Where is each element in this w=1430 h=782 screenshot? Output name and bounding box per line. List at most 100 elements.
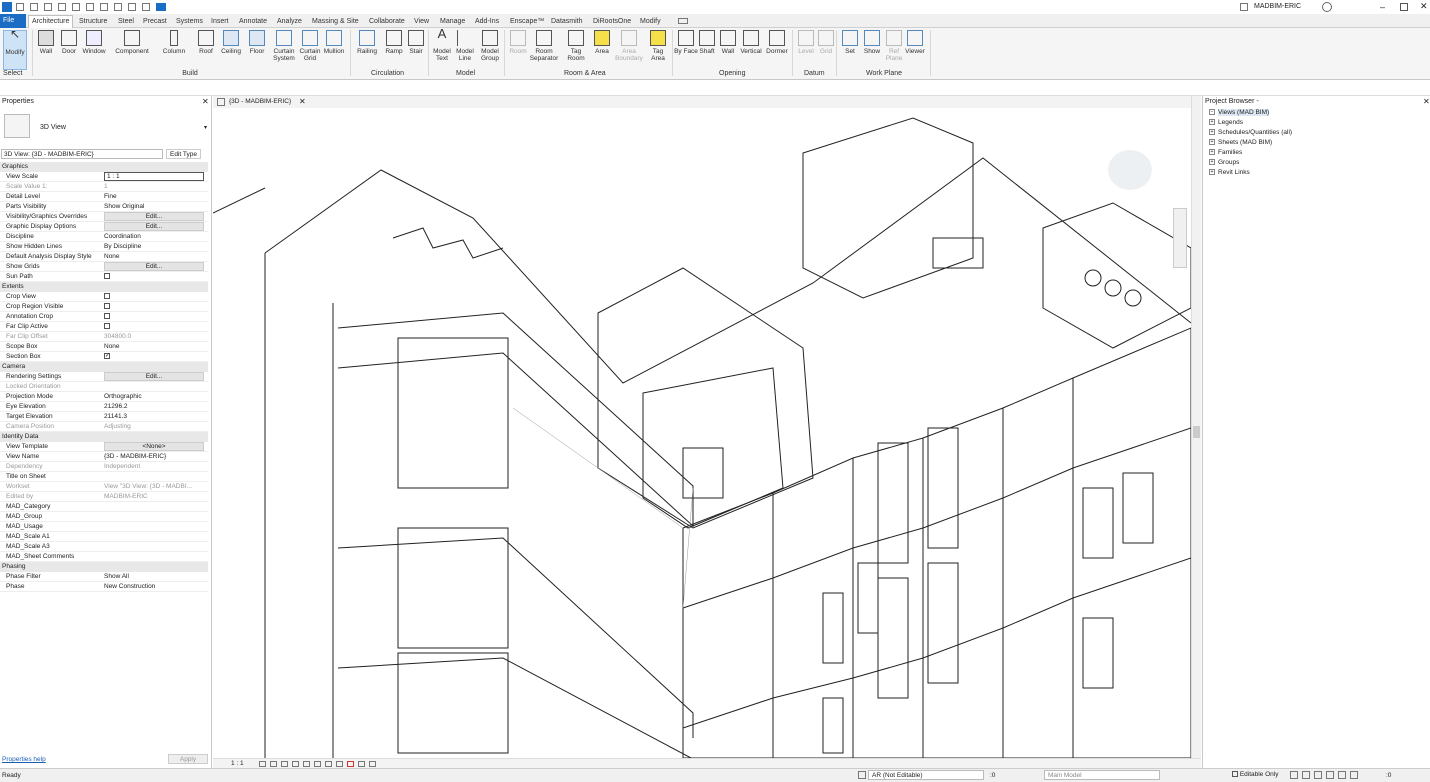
curtain-grid-button[interactable]: Curtain Grid [298, 30, 322, 64]
roof-button[interactable]: Roof [194, 30, 218, 64]
vertical-button[interactable]: Vertical [739, 30, 763, 64]
ribbon-toggle-icon[interactable] [678, 18, 688, 24]
building-model-drawing[interactable] [213, 108, 1191, 758]
tree-item-groups[interactable]: + Groups [1209, 158, 1239, 168]
properties-close-icon[interactable]: ✕ [202, 97, 209, 106]
property-value[interactable]: Coordination [104, 232, 204, 242]
view-tab-close-icon[interactable]: ✕ [299, 97, 306, 106]
tab-datasmith[interactable]: Datasmith [548, 16, 586, 27]
properties-help-link[interactable]: Properties help [2, 756, 46, 763]
property-value[interactable]: 21296.2 [104, 402, 204, 412]
tag-area-button[interactable]: Tag Area [646, 30, 670, 64]
property-value[interactable] [104, 292, 204, 302]
worksharing-display-icon[interactable] [369, 761, 376, 767]
drag-elements-icon[interactable] [1338, 771, 1346, 779]
editable-only-checkbox[interactable]: Editable Only [1232, 771, 1278, 778]
tab-file[interactable]: File [0, 14, 26, 28]
active-workset-dropdown[interactable]: AR (Not Editable) [868, 770, 984, 780]
tab-systems[interactable]: Systems [173, 16, 206, 27]
property-value[interactable]: By Discipline [104, 242, 204, 252]
property-value[interactable]: None [104, 252, 204, 262]
property-value[interactable] [104, 272, 204, 282]
tab-annotate[interactable]: Annotate [236, 16, 270, 27]
tree-item-legends[interactable]: + Legends [1209, 118, 1243, 128]
3d-viewport[interactable] [213, 108, 1191, 758]
edit-button[interactable]: Edit... [104, 212, 204, 221]
sync-icon[interactable] [44, 3, 52, 11]
property-value[interactable]: Fine [104, 192, 204, 202]
3d-view-icon[interactable] [142, 3, 150, 11]
room-separator-button[interactable]: Room Separator [528, 30, 560, 64]
tree-item-families[interactable]: + Families [1209, 148, 1242, 158]
close-icon[interactable]: ✕ [1420, 1, 1428, 12]
tab-structure[interactable]: Structure [76, 16, 110, 27]
tab-massing-site[interactable]: Massing & Site [309, 16, 362, 27]
edit-button[interactable]: <None> [104, 442, 204, 451]
tree-item-revit-links[interactable]: + Revit Links [1209, 168, 1250, 178]
checkbox-icon[interactable] [104, 273, 110, 280]
view-cube[interactable] [1108, 150, 1152, 190]
property-group-header[interactable]: Extents [0, 282, 208, 292]
property-value-text[interactable]: 1 : 1 [104, 172, 204, 181]
model-group-button[interactable]: Model Group [478, 30, 502, 64]
expand-icon[interactable]: + [1209, 139, 1215, 146]
tab-steel[interactable]: Steel [115, 16, 137, 27]
property-group-header[interactable]: Graphics [0, 162, 208, 172]
tab-enscape[interactable]: Enscape™ [507, 16, 547, 27]
show-button[interactable]: Show [860, 30, 884, 64]
select-underlay-icon[interactable] [1302, 771, 1310, 779]
checkbox-icon[interactable] [104, 313, 110, 320]
property-value[interactable] [104, 322, 204, 332]
tag-room-button[interactable]: Tag Room [564, 30, 588, 64]
checkbox-icon[interactable] [104, 293, 110, 300]
room-button[interactable]: Room [506, 30, 530, 64]
expand-icon[interactable]: + [1209, 169, 1215, 176]
lock-view-icon[interactable] [336, 761, 343, 767]
scrollbar-thumb[interactable] [1193, 426, 1200, 438]
expand-icon[interactable]: + [1209, 159, 1215, 166]
opening-wall-button[interactable]: Wall [716, 30, 740, 64]
property-value[interactable] [104, 302, 204, 312]
viewer-button[interactable]: Viewer [903, 30, 927, 64]
edit-button[interactable]: Edit... [104, 372, 204, 381]
select-links-icon[interactable] [1290, 771, 1298, 779]
print-icon[interactable] [86, 3, 94, 11]
viewport-vertical-scrollbar[interactable] [1191, 96, 1201, 758]
edit-type-button[interactable]: Edit Type [166, 149, 201, 159]
expand-icon[interactable]: + [1209, 129, 1215, 136]
select-by-face-icon[interactable] [1326, 771, 1334, 779]
railing-button[interactable]: Railing [355, 30, 379, 64]
user-icon[interactable] [1240, 3, 1248, 11]
checkbox-checked-icon[interactable]: ✓ [104, 353, 110, 360]
modify-button[interactable]: ↖ Modify [3, 28, 27, 70]
door-button[interactable]: Door [57, 30, 81, 64]
ramp-button[interactable]: Ramp [382, 30, 406, 64]
property-group-header[interactable]: Camera [0, 362, 208, 372]
tab-view[interactable]: View [411, 16, 432, 27]
tab-add-ins[interactable]: Add-Ins [472, 16, 502, 27]
tab-dirootsone[interactable]: DiRootsOne [590, 16, 634, 27]
type-selector[interactable]: 3D View [40, 124, 66, 131]
edit-button[interactable]: Edit... [104, 262, 204, 271]
instance-selector[interactable]: 3D View: {3D - MADBIM-ERIC} [1, 149, 163, 159]
dimension-icon[interactable] [114, 3, 122, 11]
tab-precast[interactable]: Precast [140, 16, 170, 27]
wall-button[interactable]: Wall [34, 30, 58, 64]
ceiling-button[interactable]: Ceiling [219, 30, 243, 64]
property-value[interactable]: Orthographic [104, 392, 204, 402]
save-icon[interactable] [30, 3, 38, 11]
minimize-icon[interactable]: – [1380, 2, 1385, 12]
property-value[interactable]: 21141.3 [104, 412, 204, 422]
view-scale[interactable]: 1 : 1 [231, 760, 244, 767]
navigation-bar[interactable] [1173, 208, 1187, 268]
reveal-hidden-icon[interactable] [358, 761, 365, 767]
select-pinned-icon[interactable] [1314, 771, 1322, 779]
shadows-icon[interactable] [292, 761, 299, 767]
property-value[interactable]: 1 : 1 [104, 172, 204, 181]
tree-item-views[interactable]: − Views (MAD BIM) [1209, 108, 1270, 118]
detail-level-icon[interactable] [259, 761, 266, 767]
model-line-button[interactable]: Model Line [453, 30, 477, 64]
floor-button[interactable]: Floor [245, 30, 269, 64]
area-button[interactable]: Area [590, 30, 614, 64]
property-value[interactable]: <None> [104, 442, 204, 451]
